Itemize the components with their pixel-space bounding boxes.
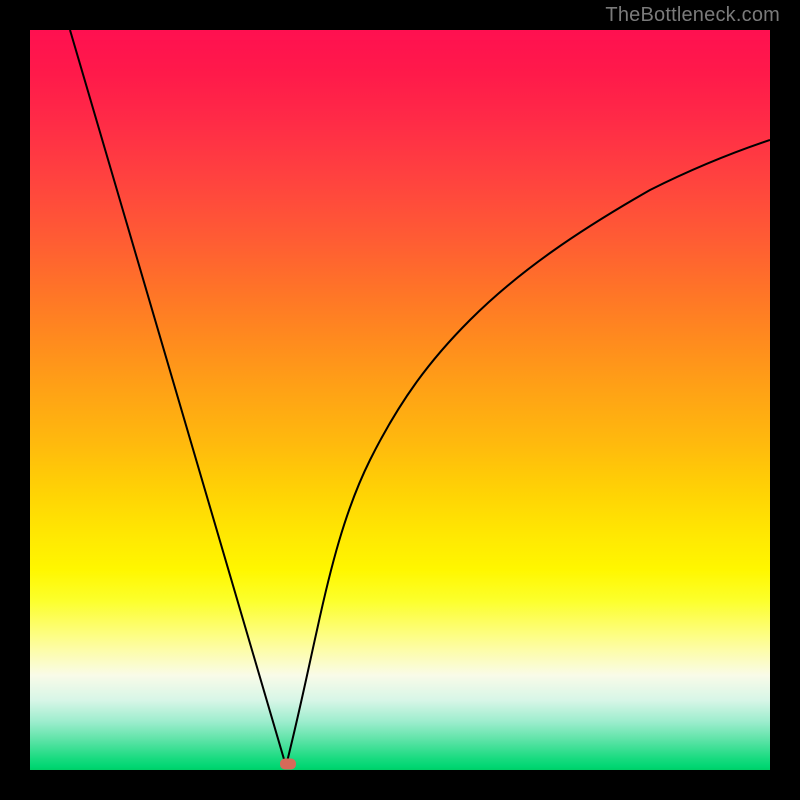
plot-area bbox=[30, 30, 770, 770]
chart-frame: TheBottleneck.com bbox=[0, 0, 800, 800]
curve-left-branch bbox=[70, 30, 286, 766]
bottleneck-curve bbox=[30, 30, 770, 770]
minimum-marker-icon bbox=[280, 759, 296, 770]
curve-right-branch bbox=[286, 140, 770, 766]
watermark-text: TheBottleneck.com bbox=[605, 4, 780, 27]
